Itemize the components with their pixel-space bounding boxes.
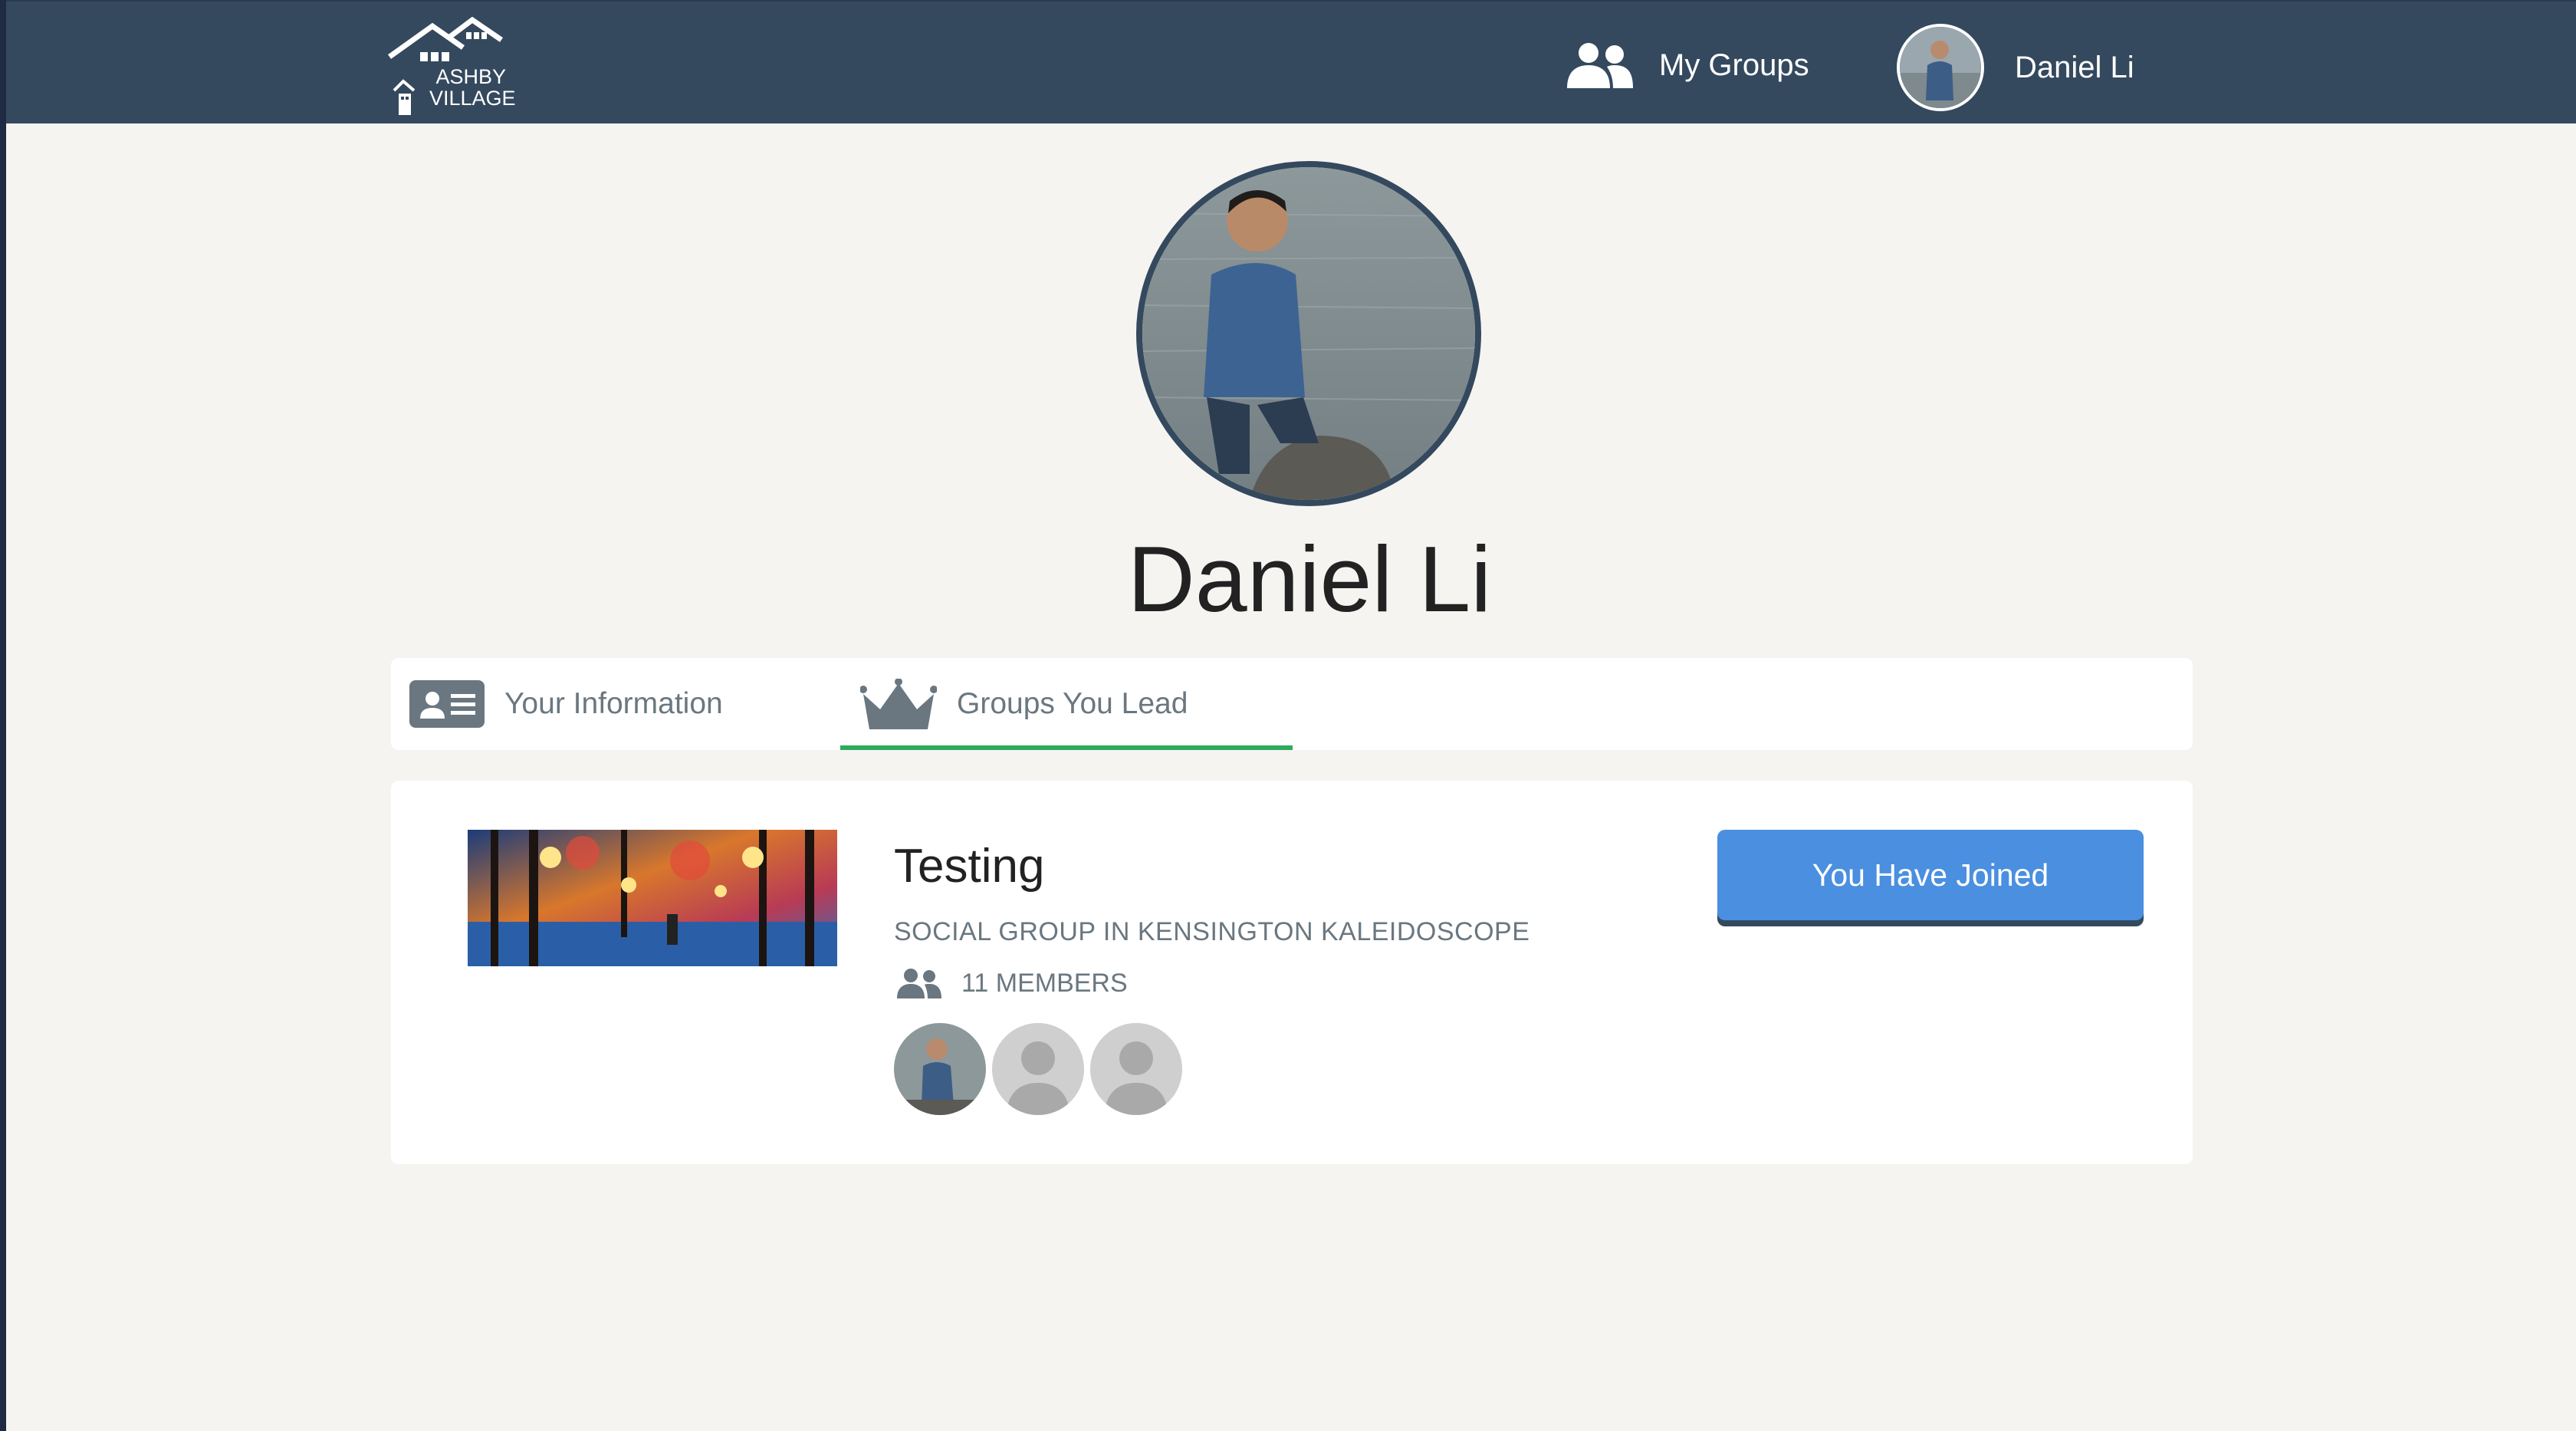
my-groups-label: My Groups: [1659, 48, 1809, 82]
logo-text: ASHBY VILLAGE: [429, 65, 516, 110]
default-user-icon: [1090, 1023, 1182, 1115]
profile-photo: [1136, 161, 1481, 506]
profile-tabs: Your Information Groups You Lead: [391, 658, 2193, 750]
default-user-icon: [992, 1023, 1084, 1115]
top-navigation-bar: ASHBY VILLAGE My Groups Daniel Li: [6, 0, 2576, 123]
group-icon: [1567, 43, 1633, 88]
profile-picture-icon: [1142, 167, 1475, 500]
group-title[interactable]: Testing: [894, 839, 1044, 893]
tab-your-information-label: Your Information: [504, 687, 723, 720]
user-name-label: Daniel Li: [2015, 50, 2134, 84]
crown-icon: [860, 679, 937, 729]
members-icon: [897, 969, 941, 998]
logo-line-village: VILLAGE: [429, 87, 516, 110]
member-avatars: [894, 1023, 1188, 1115]
user-menu[interactable]: Daniel Li: [1897, 21, 2134, 113]
profile-name: Daniel Li: [1127, 527, 1492, 631]
tab-your-information[interactable]: Your Information: [409, 658, 723, 750]
active-tab-underline: [840, 745, 1293, 750]
painting-thumbnail-icon: [468, 830, 837, 966]
user-avatar[interactable]: [1897, 24, 1984, 111]
you-have-joined-button[interactable]: You Have Joined: [1717, 830, 2144, 920]
group-card: Testing SOCIAL GROUP IN KENSINGTON KALEI…: [391, 781, 2193, 1164]
member-avatar[interactable]: [1090, 1023, 1182, 1115]
group-cover-image[interactable]: [468, 830, 837, 966]
member-avatar[interactable]: [992, 1023, 1084, 1115]
my-groups-link[interactable]: My Groups: [1562, 38, 1809, 92]
tab-groups-you-lead-label: Groups You Lead: [957, 687, 1188, 720]
logo-line-ashby: ASHBY: [435, 65, 506, 88]
tab-groups-you-lead[interactable]: Groups You Lead: [840, 658, 1293, 750]
member-photo-icon: [894, 1023, 986, 1115]
group-members-count: 11 MEMBERS: [894, 968, 1128, 998]
group-subtitle: SOCIAL GROUP IN KENSINGTON KALEIDOSCOPE: [894, 917, 1530, 946]
user-photo-icon: [1900, 27, 1981, 108]
ashby-village-logo[interactable]: ASHBY VILLAGE: [386, 17, 517, 115]
members-count-label: 11 MEMBERS: [961, 968, 1128, 998]
window-edge: [0, 0, 6, 1431]
id-card-icon: [409, 680, 485, 728]
member-avatar[interactable]: [894, 1023, 986, 1115]
